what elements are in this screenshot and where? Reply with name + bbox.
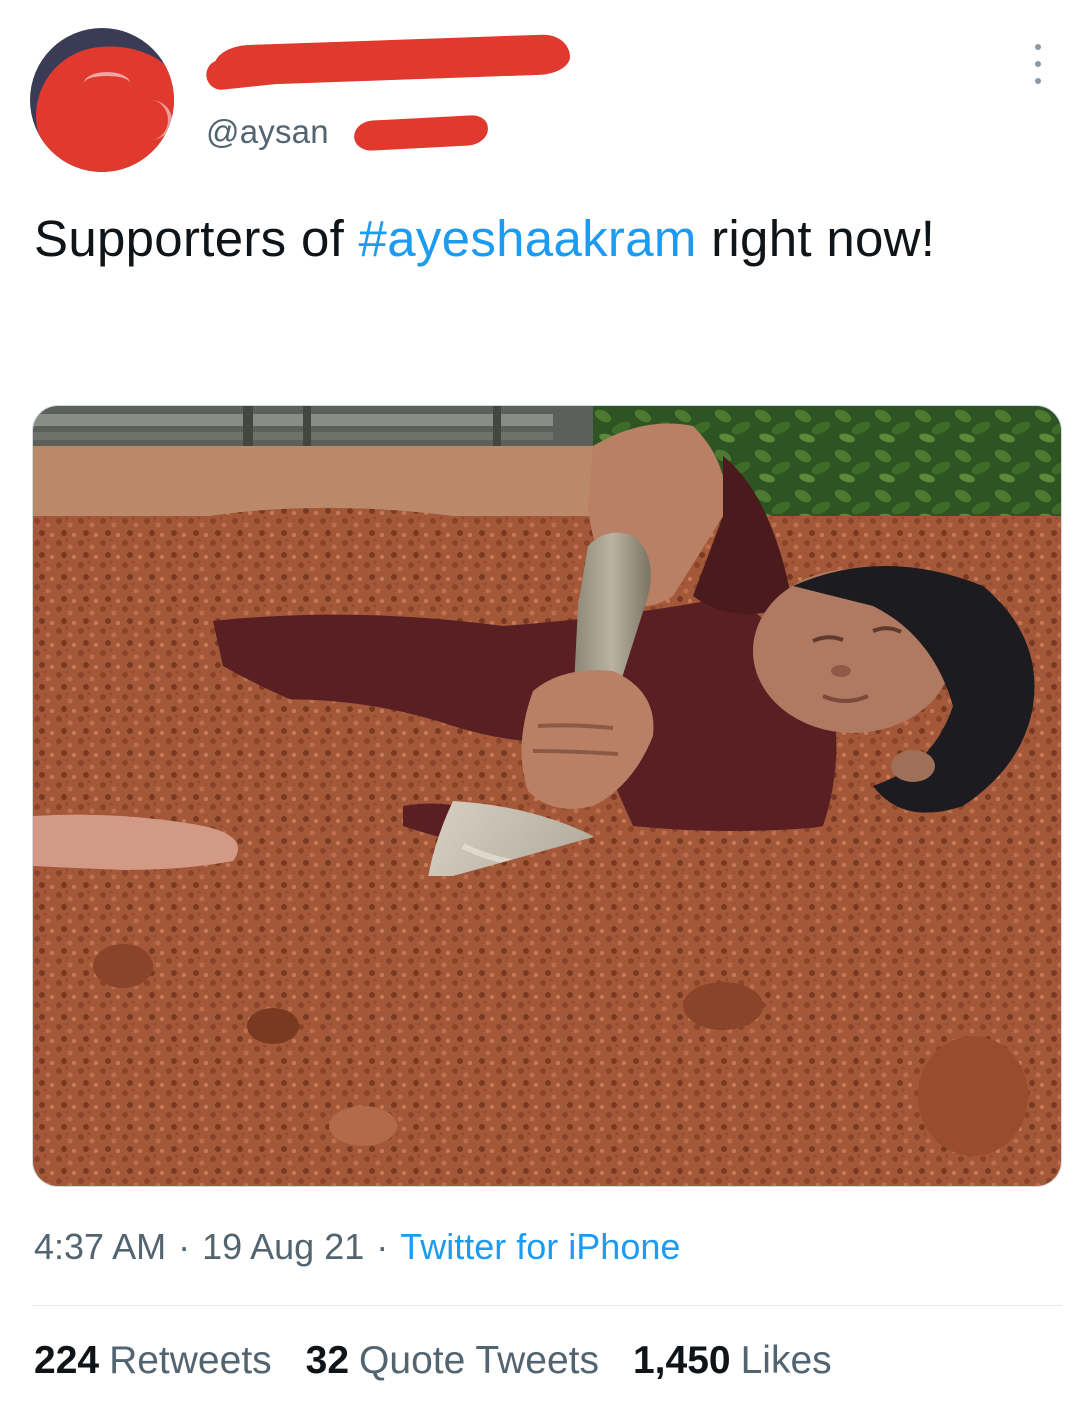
divider — [32, 1305, 1062, 1306]
tweet-time[interactable]: 4:37 AM — [34, 1226, 166, 1268]
likes-stat[interactable]: 1,450 Likes — [633, 1339, 832, 1383]
tweet-photo[interactable] — [32, 405, 1062, 1187]
more-vertical-icon[interactable] — [1026, 44, 1050, 84]
meta-separator: · — [178, 1226, 191, 1267]
tweet-text: Supporters of #ayeshaakram right now! — [34, 198, 1064, 280]
dot — [1035, 61, 1041, 67]
quote-tweets-stat[interactable]: 32 Quote Tweets — [306, 1339, 599, 1383]
retweets-label: Retweets — [109, 1339, 272, 1382]
retweets-count: 224 — [34, 1339, 100, 1382]
tweet-stats: 224 Retweets 32 Quote Tweets 1,450 Likes — [34, 1336, 866, 1386]
likes-count: 1,450 — [632, 1339, 731, 1382]
tweet-text-start: Supporters of — [34, 210, 359, 267]
hashtag-link[interactable]: #ayeshaakram — [359, 210, 697, 267]
tweet-source-link[interactable]: Twitter for iPhone — [400, 1226, 680, 1268]
user-handle-row[interactable]: @aysan — [206, 110, 489, 154]
avatar-mark — [84, 72, 130, 94]
user-handle: @aysan — [206, 113, 329, 150]
retweets-stat[interactable]: 224 Retweets — [34, 1339, 272, 1383]
quote-tweets-label: Quote Tweets — [359, 1339, 599, 1382]
likes-label: Likes — [740, 1339, 832, 1382]
tweet-meta: 4:37 AM · 19 Aug 21 · Twitter for iPhone — [34, 1222, 680, 1272]
quote-tweets-count: 32 — [305, 1339, 350, 1382]
dot — [1035, 78, 1041, 84]
meta-separator: · — [376, 1226, 389, 1267]
tweet-text-end: right now! — [696, 210, 936, 267]
avatar[interactable] — [30, 28, 174, 172]
avatar-mark — [128, 100, 172, 140]
display-name-redacted[interactable] — [204, 30, 576, 92]
dot — [1035, 44, 1041, 50]
handle-redaction — [353, 114, 489, 152]
tweet-date[interactable]: 19 Aug 21 — [202, 1226, 364, 1268]
